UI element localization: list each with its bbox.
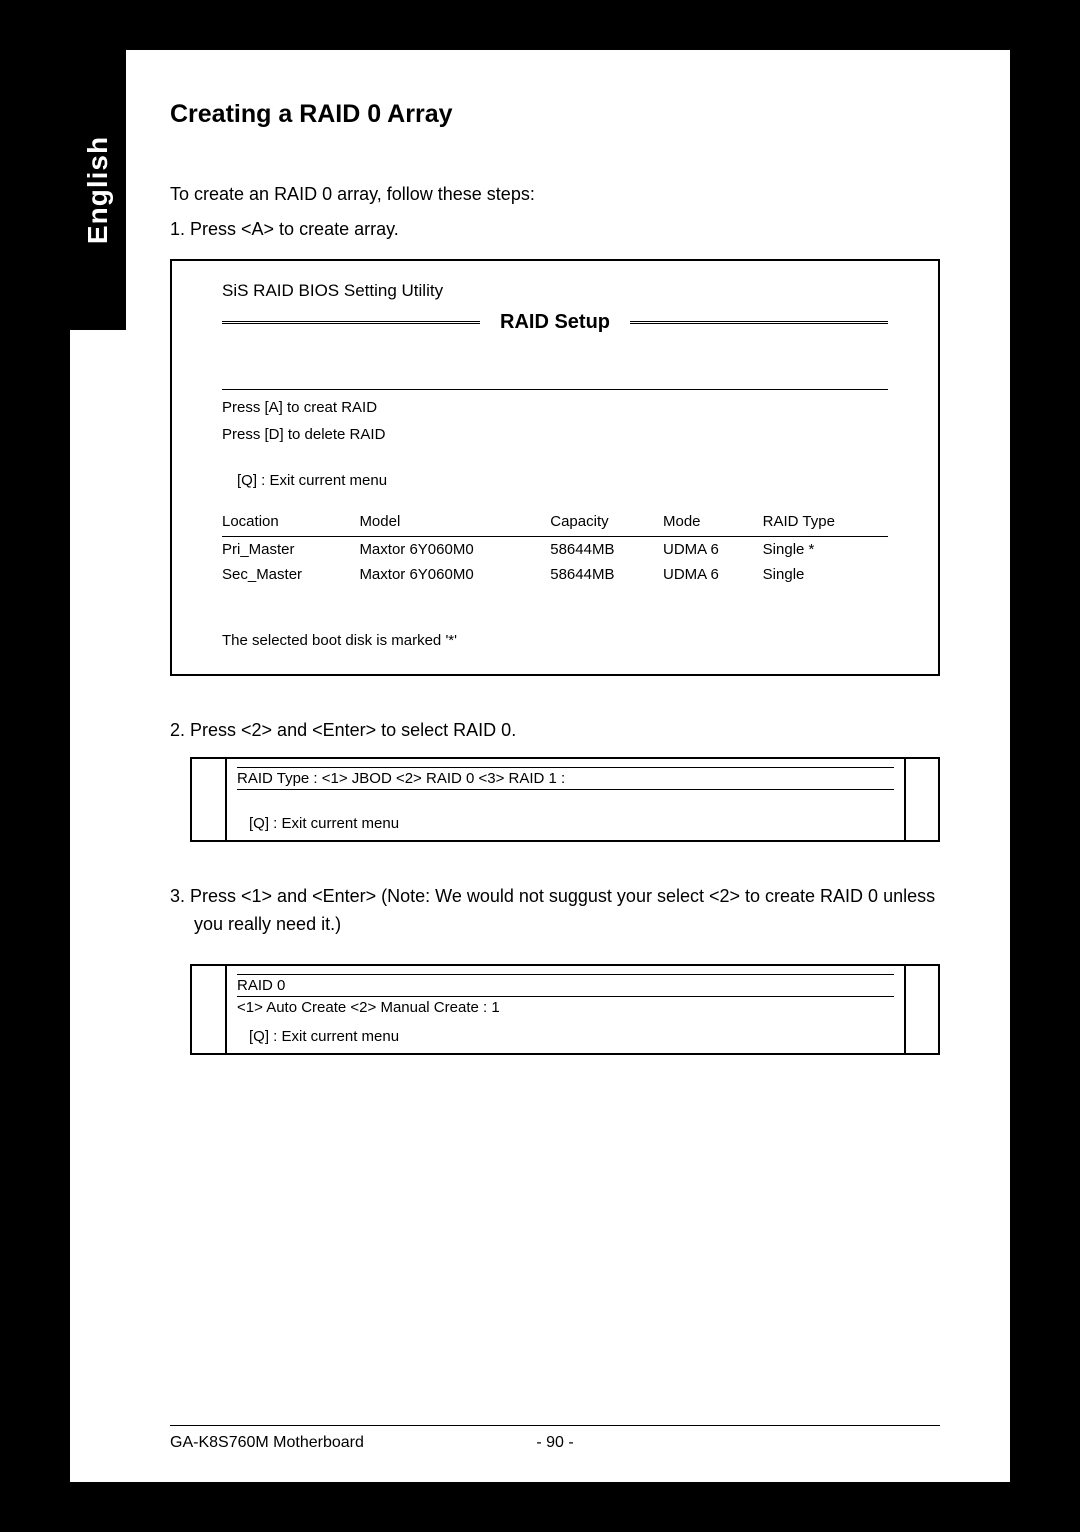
cell-model: Maxtor 6Y060M0 bbox=[359, 562, 550, 587]
footer-page-number: - 90 - bbox=[536, 1434, 573, 1452]
box-content: RAID Type : <1> JBOD <2> RAID 0 <3> RAID… bbox=[237, 759, 906, 840]
raid-setup-header: RAID Setup bbox=[222, 311, 888, 334]
box-right-stub bbox=[916, 972, 928, 1047]
boot-disk-note: The selected boot disk is marked '*' bbox=[222, 632, 888, 649]
raid-type-prompt: RAID Type : <1> JBOD <2> RAID 0 <3> RAID… bbox=[237, 770, 894, 790]
cell-location: Sec_Master bbox=[222, 562, 359, 587]
language-label: English bbox=[82, 136, 114, 244]
col-model: Model bbox=[359, 509, 550, 537]
bios-utility-title: SiS RAID BIOS Setting Utility bbox=[222, 281, 888, 301]
col-raid-type: RAID Type bbox=[763, 509, 888, 537]
bios-screenshot-1: SiS RAID BIOS Setting Utility RAID Setup… bbox=[170, 259, 940, 676]
cell-model: Maxtor 6Y060M0 bbox=[359, 536, 550, 562]
table-row: Sec_Master Maxtor 6Y060M0 58644MB UDMA 6… bbox=[222, 562, 888, 587]
raid-setup-title: RAID Setup bbox=[480, 311, 630, 334]
disk-table: Location Model Capacity Mode RAID Type P… bbox=[222, 509, 888, 587]
cell-capacity: 58644MB bbox=[550, 536, 663, 562]
box-right-stub bbox=[916, 765, 928, 834]
language-tab: English bbox=[70, 50, 126, 330]
create-mode-prompt: <1> Auto Create <2> Manual Create : 1 bbox=[237, 999, 894, 1016]
instr-create: Press [A] to creat RAID bbox=[222, 396, 888, 420]
footer-product: GA-K8S760M Motherboard bbox=[170, 1434, 364, 1452]
intro-text: To create an RAID 0 array, follow these … bbox=[170, 184, 940, 205]
exit-prompt: [Q] : Exit current menu bbox=[237, 815, 894, 832]
cell-location: Pri_Master bbox=[222, 536, 359, 562]
raid0-label: RAID 0 bbox=[237, 977, 894, 997]
cell-mode: UDMA 6 bbox=[663, 536, 763, 562]
box-left-stub bbox=[202, 966, 227, 1053]
col-capacity: Capacity bbox=[550, 509, 663, 537]
cell-capacity: 58644MB bbox=[550, 562, 663, 587]
step-2: 2. Press <2> and <Enter> to select RAID … bbox=[170, 716, 940, 745]
page-content: Creating a RAID 0 Array To create an RAI… bbox=[70, 50, 1010, 1125]
document-page: English Creating a RAID 0 Array To creat… bbox=[70, 50, 1010, 1482]
page-heading: Creating a RAID 0 Array bbox=[170, 100, 940, 129]
col-location: Location bbox=[222, 509, 359, 537]
bios-screenshot-2: RAID Type : <1> JBOD <2> RAID 0 <3> RAID… bbox=[190, 757, 940, 842]
exit-prompt: [Q] : Exit current menu bbox=[237, 1028, 894, 1045]
step-3: 3. Press <1> and <Enter> (Note: We would… bbox=[170, 882, 940, 940]
raid-body: Press [A] to creat RAID Press [D] to del… bbox=[222, 389, 888, 649]
instr-delete: Press [D] to delete RAID bbox=[222, 423, 888, 447]
cell-mode: UDMA 6 bbox=[663, 562, 763, 587]
page-footer: GA-K8S760M Motherboard - 90 - bbox=[170, 1425, 940, 1452]
step-1: 1. Press <A> to create array. bbox=[170, 215, 940, 244]
box-content: RAID 0 <1> Auto Create <2> Manual Create… bbox=[237, 966, 906, 1053]
instr-exit: [Q] : Exit current menu bbox=[237, 472, 888, 489]
col-mode: Mode bbox=[663, 509, 763, 537]
header-line-left bbox=[222, 321, 480, 324]
table-header-row: Location Model Capacity Mode RAID Type bbox=[222, 509, 888, 537]
bios-screenshot-3: RAID 0 <1> Auto Create <2> Manual Create… bbox=[190, 964, 940, 1055]
divider bbox=[237, 767, 894, 768]
cell-raid-type: Single * bbox=[763, 536, 888, 562]
box-left-stub bbox=[202, 759, 227, 840]
table-row: Pri_Master Maxtor 6Y060M0 58644MB UDMA 6… bbox=[222, 536, 888, 562]
divider bbox=[237, 974, 894, 975]
cell-raid-type: Single bbox=[763, 562, 888, 587]
header-line-right bbox=[630, 321, 888, 324]
